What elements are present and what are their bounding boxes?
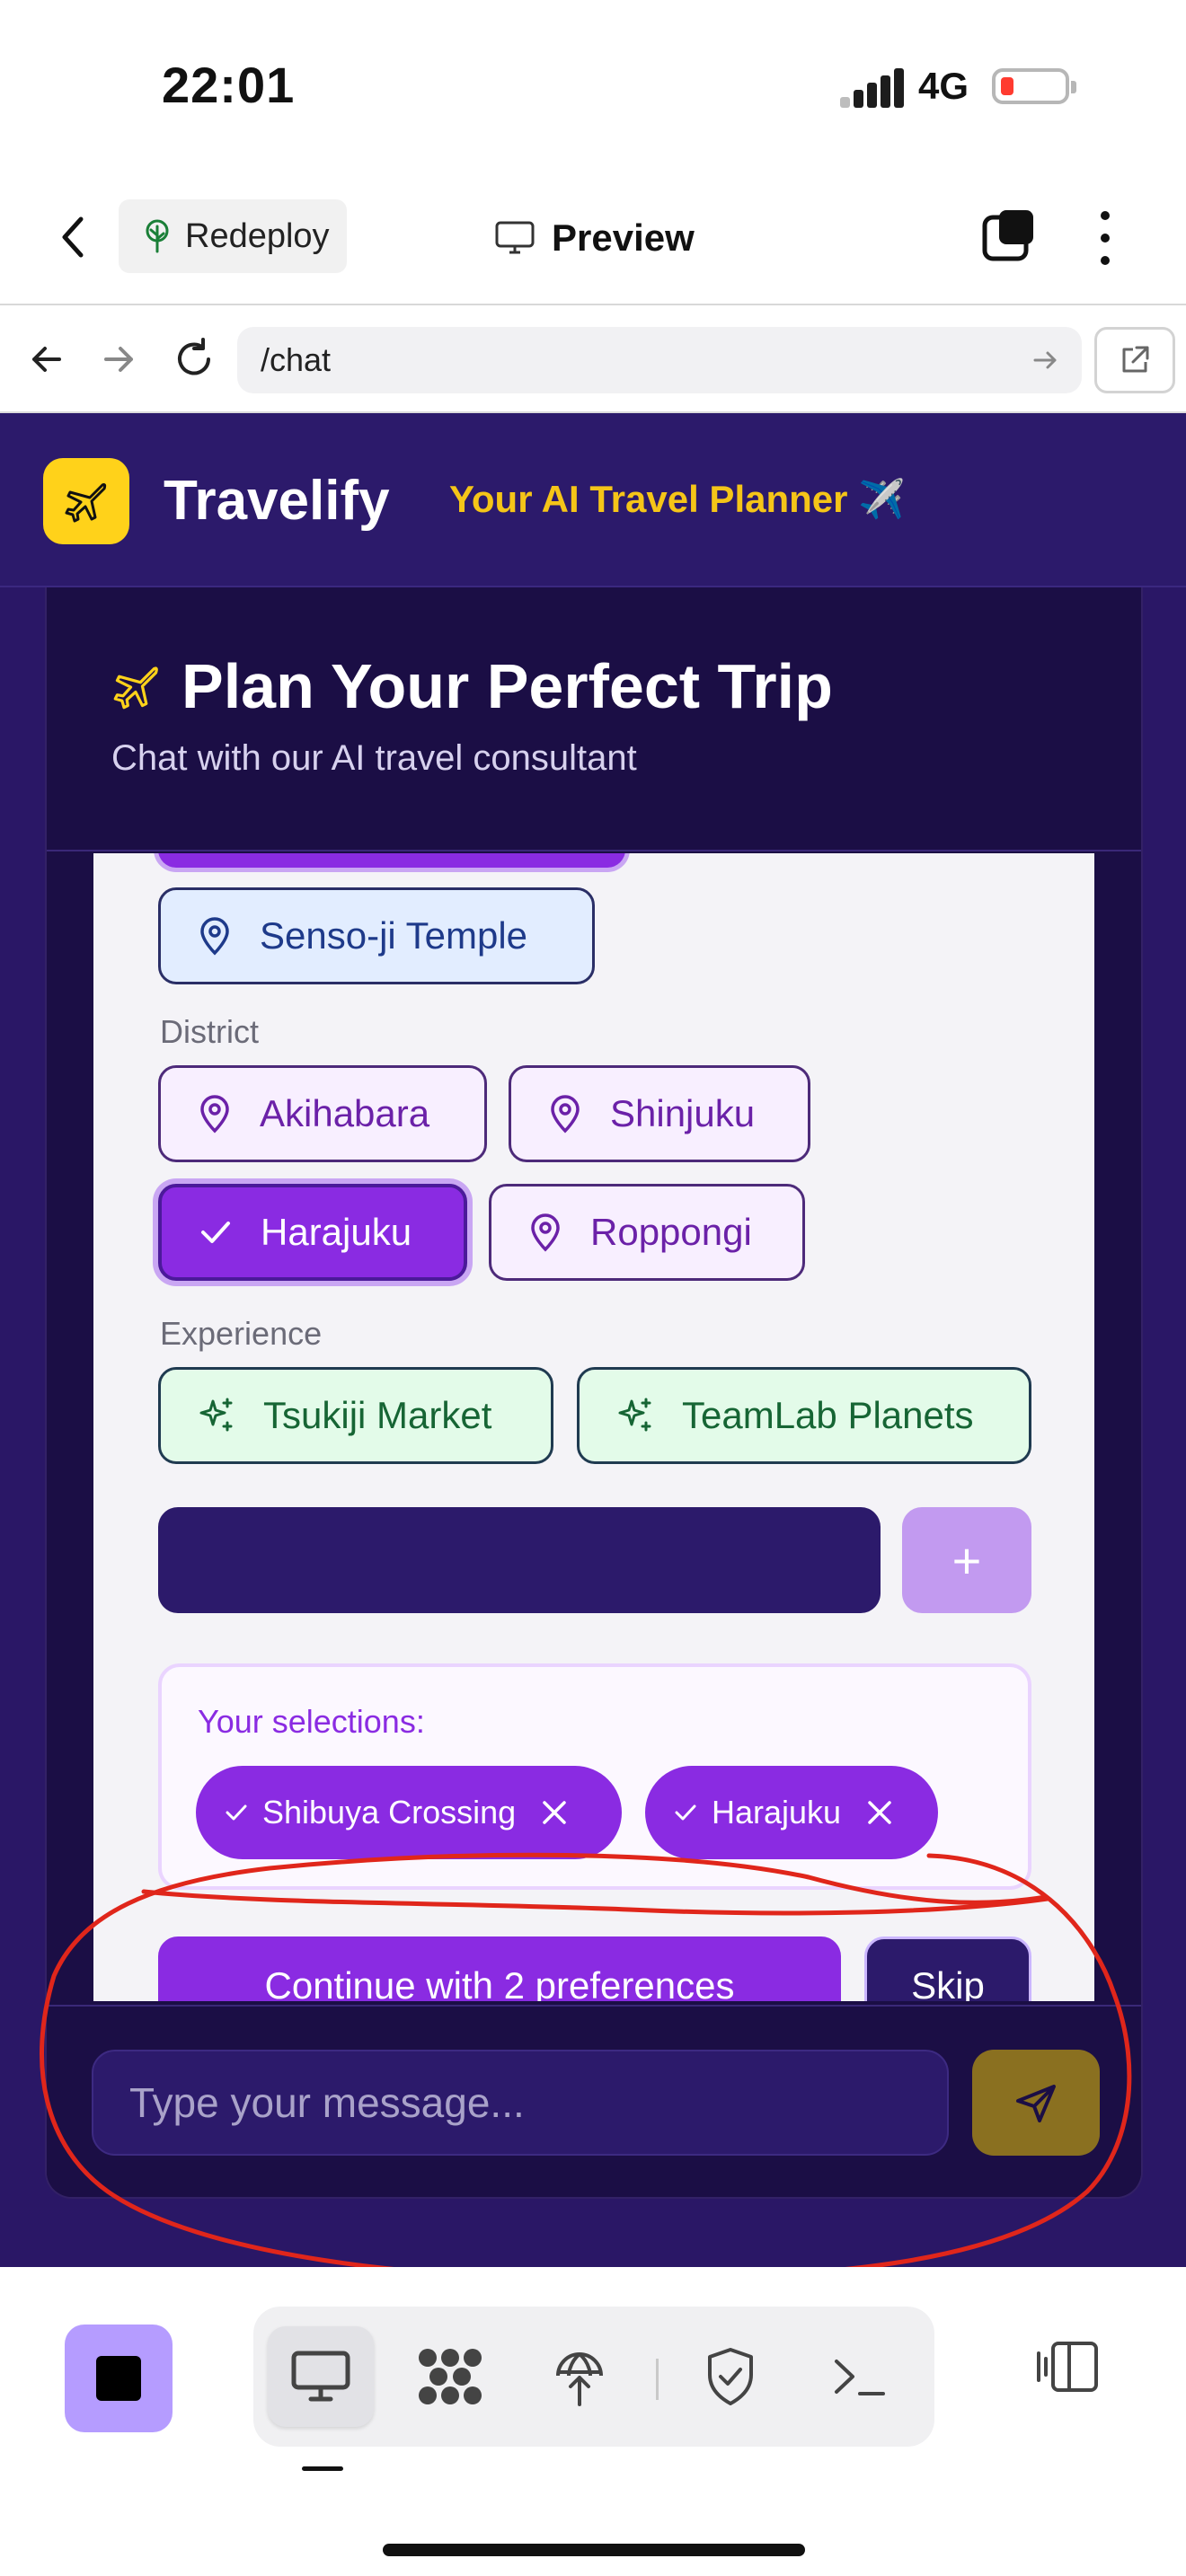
chat-title: Plan Your Perfect Trip [111, 650, 833, 722]
tool-terminal[interactable] [807, 2326, 913, 2427]
chat-header: Plan Your Perfect Trip Chat with our AI … [47, 587, 1141, 851]
message-input[interactable]: Type your message... [92, 2050, 949, 2156]
option-chip-shinjuku[interactable]: Shinjuku [509, 1065, 810, 1162]
chat-card: Plan Your Perfect Trip Chat with our AI … [45, 587, 1143, 2199]
map-pin-icon [531, 1213, 560, 1252]
tree-icon [146, 219, 169, 253]
redeploy-button[interactable]: Redeploy [119, 199, 347, 273]
option-chip-label: Tsukiji Market [263, 1394, 492, 1436]
check-icon [675, 1804, 696, 1821]
add-preference-button[interactable]: + [902, 1507, 1031, 1613]
app-name: Travelify [164, 470, 390, 532]
network-type: 4G [918, 65, 969, 107]
remove-icon[interactable] [863, 1795, 897, 1830]
option-chip-harajuku[interactable]: Harajuku [158, 1184, 467, 1281]
option-chip-label: Harajuku [261, 1211, 412, 1253]
external-link-icon [1122, 346, 1149, 373]
app-toolbar: Redeploy Preview [0, 171, 1186, 305]
selection-label: Shibuya Crossing [262, 1794, 517, 1831]
stop-icon [96, 2356, 141, 2401]
category-label-district: District [160, 1013, 259, 1050]
option-chip-label: Akihabara [260, 1092, 430, 1134]
option-chip-tsukiji[interactable]: Tsukiji Market [158, 1367, 553, 1464]
map-pin-icon [200, 917, 229, 956]
option-chip-label: TeamLab Planets [682, 1394, 974, 1436]
send-icon [1016, 2085, 1056, 2122]
app-header: Travelify Your AI Travel Planner ✈️ [0, 413, 1186, 587]
message-composer: Type your message... [47, 2005, 1141, 2197]
selection-chip-harajuku: Harajuku [645, 1766, 938, 1859]
logo [43, 458, 129, 544]
option-chip-senso-ji[interactable]: Senso-ji Temple [158, 887, 595, 984]
browser-back-icon[interactable] [20, 332, 74, 386]
monitor-icon [291, 2351, 350, 2402]
status-bar: 22:01 4G [0, 0, 1186, 171]
tool-security[interactable] [677, 2326, 783, 2427]
check-icon [226, 1804, 247, 1821]
redeploy-label: Redeploy [185, 216, 330, 255]
check-icon [201, 1222, 230, 1243]
option-chip-teamlab[interactable]: TeamLab Planets [577, 1367, 1031, 1464]
globe-upload-icon [556, 2352, 603, 2406]
chat-subtitle: Chat with our AI travel consultant [111, 738, 637, 778]
option-chip-label: Senso-ji Temple [260, 914, 528, 957]
option-chip-akihabara[interactable]: Akihabara [158, 1065, 487, 1162]
shield-check-icon [708, 2348, 753, 2405]
app-tagline: Your AI Travel Planner ✈️ [449, 478, 906, 520]
stop-button[interactable] [65, 2325, 173, 2432]
open-external-button[interactable] [1094, 327, 1175, 393]
chat-title-text: Plan Your Perfect Trip [181, 651, 833, 721]
category-label-experience: Experience [160, 1315, 323, 1352]
message-area[interactable]: Senso-ji Temple District Akihabara Shinj… [93, 853, 1094, 2001]
preview-label: Preview [552, 216, 695, 259]
sparkles-icon [199, 1398, 233, 1432]
selected-chip-partial[interactable] [158, 853, 625, 868]
url-field[interactable]: /chat [237, 327, 1082, 393]
active-tool-indicator [302, 2466, 343, 2471]
custom-preference-input[interactable] [158, 1507, 881, 1613]
sparkles-icon [618, 1398, 651, 1432]
option-chip-roppongi[interactable]: Roppongi [489, 1184, 805, 1281]
chevron-left-icon [62, 216, 84, 258]
go-arrow-icon[interactable] [1030, 345, 1060, 375]
url-text: /chat [261, 341, 332, 378]
continue-button[interactable]: Continue with 2 preferences [158, 1936, 841, 2001]
reload-icon[interactable] [167, 332, 221, 386]
browser-forward-icon[interactable] [92, 332, 146, 386]
selection-label: Harajuku [712, 1794, 842, 1831]
selections-label: Your selections: [198, 1703, 425, 1740]
bottom-toolbar [0, 2267, 1186, 2576]
map-pin-icon [200, 1095, 229, 1134]
toolbar-divider [656, 2359, 659, 2400]
remove-icon[interactable] [537, 1795, 571, 1830]
preview-tab[interactable]: Preview [494, 207, 695, 269]
monitor-icon [495, 221, 535, 254]
home-indicator [383, 2544, 805, 2556]
web-page: Travelify Your AI Travel Planner ✈️ Plan… [0, 413, 1186, 2267]
battery-icon [992, 68, 1076, 104]
selections-panel: Your selections: Shibuya Crossing Haraju… [158, 1663, 1031, 1890]
browser-bar: /chat [0, 305, 1186, 413]
option-chip-label: Shinjuku [610, 1092, 756, 1134]
tool-deploy[interactable] [527, 2326, 633, 2427]
skip-button[interactable]: Skip [864, 1936, 1031, 2001]
signal-icon [840, 66, 904, 108]
tool-switcher [253, 2307, 934, 2447]
airplane-icon [113, 666, 158, 710]
selection-chip-shibuya: Shibuya Crossing [196, 1766, 622, 1859]
airplane-icon [65, 483, 107, 523]
terminal-icon [835, 2360, 885, 2395]
tool-nodes[interactable] [397, 2326, 503, 2427]
send-button[interactable] [972, 2050, 1100, 2156]
back-button[interactable] [52, 210, 97, 264]
tabs-icon[interactable] [981, 207, 1039, 264]
status-time: 22:01 [162, 57, 296, 113]
option-chip-label: Roppongi [590, 1211, 752, 1253]
panel-toggle-icon[interactable] [1033, 2339, 1102, 2399]
map-pin-icon [551, 1095, 580, 1134]
tool-preview[interactable] [268, 2326, 374, 2427]
nodes-icon [419, 2349, 482, 2404]
more-options-icon[interactable] [1087, 207, 1123, 269]
